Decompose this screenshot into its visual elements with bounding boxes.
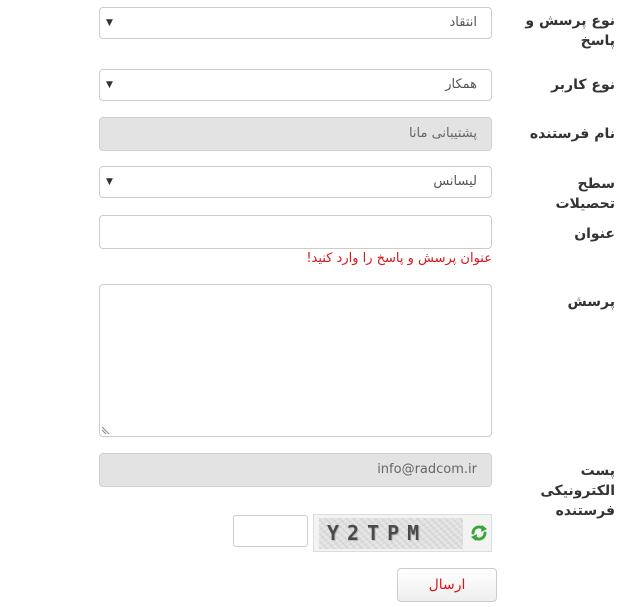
captcha-image: Y2TPM xyxy=(319,518,463,549)
refresh-icon[interactable] xyxy=(470,524,488,542)
dropdown-arrow-icon: ▼ xyxy=(106,18,113,28)
captcha-box: Y2TPM xyxy=(313,514,492,552)
question-type-label: نوع پرسش و پاسخ xyxy=(525,13,615,49)
user-type-value: همکار xyxy=(445,77,477,92)
sender-email-value: info@radcom.ir xyxy=(377,462,477,477)
subject-label: عنوان xyxy=(574,226,615,242)
captcha-input[interactable] xyxy=(233,515,308,547)
sender-name-label: نام فرستنده xyxy=(529,126,615,142)
education-level-select[interactable]: لیسانس ▼ xyxy=(99,166,492,198)
captcha-text: Y2TPM xyxy=(327,521,428,545)
sender-email-field: info@radcom.ir xyxy=(99,453,492,487)
dropdown-arrow-icon: ▼ xyxy=(106,80,113,90)
question-type-value: انتقاد xyxy=(449,15,477,30)
user-type-label: نوع کاربر xyxy=(551,77,615,93)
question-textarea[interactable] xyxy=(99,284,492,437)
submit-button[interactable]: ارسال xyxy=(397,568,497,602)
resize-grip-icon[interactable] xyxy=(101,425,111,435)
dropdown-arrow-icon: ▼ xyxy=(106,177,113,187)
sender-name-value: پشتیبانی مانا xyxy=(408,126,477,141)
question-type-select[interactable]: انتقاد ▼ xyxy=(99,7,492,39)
question-label: پرسش xyxy=(567,294,615,310)
subject-error-message: عنوان پرسش و پاسخ را وارد کنید! xyxy=(306,251,492,266)
sender-name-field: پشتیبانی مانا xyxy=(99,117,492,151)
sender-email-label: پست الکترونیکی فرستنده xyxy=(540,463,615,519)
education-level-label: سطح تحصیلات xyxy=(555,176,615,212)
user-type-select[interactable]: همکار ▼ xyxy=(99,69,492,101)
education-level-value: لیسانس xyxy=(433,174,477,189)
subject-input[interactable] xyxy=(99,215,492,249)
